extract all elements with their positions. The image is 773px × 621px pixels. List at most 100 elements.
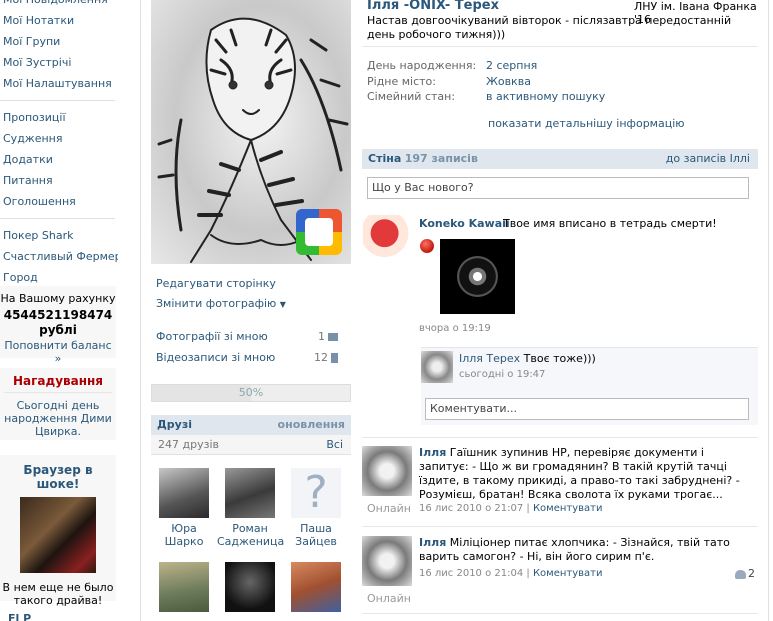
ad-image[interactable] [20,497,96,573]
friend-card[interactable]: Юра Шарко [151,468,217,548]
profile-progress-bar: 50% [151,384,351,402]
reply-time[interactable]: сьогодні о 19:47 [459,369,545,380]
status-text[interactable]: Настав довгоочікуваний вівторок - післяз… [367,14,757,42]
hometown-label: Рідне місто: [367,75,436,88]
reply-line: Ілля Терех Твоє тоже))) [459,352,596,366]
post-time[interactable]: 16 лис 2010 о 21:07 [419,503,523,514]
post-author[interactable]: Ілля [419,446,446,459]
post-meta: 16 лис 2010 о 21:07 | Коментувати [419,503,603,514]
change-photo-label: Змінити фотографію [156,297,277,310]
sidebar-item-apps[interactable]: Додатки [0,149,118,170]
friend-avatar[interactable] [159,562,209,612]
camera-icon [328,333,338,341]
show-more-info-link[interactable]: показати детальнішу інформацію [488,117,685,130]
online-status: Онлайн [367,502,411,515]
friends-subheader: 247 друзів Всі [151,435,351,455]
videos-with-me-row[interactable]: Відеозаписи зі мною 12 [156,351,346,364]
topup-balance-link[interactable]: Поповнити баланс » [0,339,116,365]
sidebar-divider [0,218,115,219]
change-photo-link[interactable]: Змінити фотографію ▼ [156,297,286,310]
friend-first-name[interactable]: Паша [283,522,349,535]
like-button[interactable]: 2 [735,567,755,580]
film-icon [331,353,338,363]
wall-post-input[interactable]: Що у Вас нового? [367,177,749,199]
friend-avatar[interactable] [159,468,209,518]
comment-input[interactable]: Коментувати... [425,398,749,420]
post-time[interactable]: 16 лис 2010 о 21:04 [419,568,523,579]
wall-header: Стіна 197 записів до записів Іллі [362,149,758,169]
sidebar-item-events[interactable]: Мої Зустрічі [0,52,118,73]
reminder-title: Нагадування [4,368,112,393]
post-author-avatar[interactable] [362,536,412,586]
left-sidebar: Мої Повідомлення Мої Нотатки Мої Групи М… [0,0,118,621]
post-text: Твое имя вписано в тетрадь смерти! [503,217,717,230]
family-status-label: Сімейний стан: [367,90,456,103]
post-attached-image[interactable] [440,239,515,314]
sidebar-app-city[interactable]: Город [0,267,118,288]
friend-first-name[interactable]: Юра [151,522,217,535]
wall-title: Стіна [368,152,402,165]
divider [362,437,758,438]
sidebar-divider [0,100,115,101]
ad-box[interactable]: Браузер в шоке! В нем еще не было такого… [0,455,116,607]
friend-card[interactable] [283,562,349,616]
friends-updates-link[interactable]: оновлення [278,415,345,435]
post-time[interactable]: вчора о 19:19 [419,323,491,334]
question-mark-avatar-icon[interactable]: ? [291,468,341,518]
photos-with-me-row[interactable]: Фотографії зі мною 1 [156,330,346,343]
balance-title: На Вашому рахунку [0,292,116,305]
sidebar-app-farmer[interactable]: Счастливый Фермер [0,246,118,267]
sidebar-item-ads[interactable]: Оголошення [0,191,118,212]
profile-name: Ілля -ONIX- Терех [367,0,499,13]
post-author[interactable]: Ілля [419,536,446,549]
post-author-avatar[interactable] [363,215,411,267]
family-status-value[interactable]: в активному пошуку [486,90,605,103]
like-count: 2 [748,567,755,580]
post-body: Ілля Гаїшник зупинив НР, перевіряє докум… [419,446,749,502]
friend-card[interactable] [151,562,217,616]
balance-currency: рублі [39,323,77,337]
friend-last-name[interactable]: Садженица [217,535,284,548]
column-border [768,0,769,621]
friend-card[interactable]: Роман Садженица [217,468,284,548]
sidebar-item-opinions[interactable]: Судження [0,128,118,149]
birthday-value[interactable]: 2 серпня [486,59,537,72]
edit-page-link[interactable]: Редагувати сторінку [156,277,276,290]
reply-author[interactable]: Ілля Терех [459,352,520,365]
birthday-label: День народження: [367,59,477,72]
balance-amount: 4544521198474 [3,308,113,322]
friend-avatar[interactable] [225,468,275,518]
sidebar-item-notes[interactable]: Мої Нотатки [0,10,118,31]
sidebar-item-groups[interactable]: Мої Групи [0,31,118,52]
chevron-down-icon: ▼ [279,300,286,309]
friends-header[interactable]: Друзі оновлення [151,415,351,435]
reply-author-avatar[interactable] [421,351,453,383]
friend-avatar[interactable] [291,562,341,612]
to-posts-link[interactable]: до записів Іллі [666,149,750,169]
post-author[interactable]: Koneko Kawaii [419,217,510,230]
ad-title[interactable]: Браузер в шоке! [0,455,116,491]
sidebar-item-questions[interactable]: Питання [0,170,118,191]
friend-last-name[interactable]: Шарко [151,535,217,548]
progress-label: 50% [238,386,264,399]
friend-card[interactable]: ? Паша Зайцев [283,468,349,548]
comment-link[interactable]: Коментувати [533,503,603,514]
friend-card[interactable] [217,562,283,616]
comment-link[interactable]: Коментувати [533,568,603,579]
sidebar-item-offers[interactable]: Пропозиції [0,107,118,128]
column-border [140,0,141,621]
friend-last-name[interactable]: Зайцев [283,535,349,548]
heart-icon [735,569,746,579]
sidebar-app-poker[interactable]: Покер Shark [0,225,118,246]
hometown-value[interactable]: Жовква [486,75,531,88]
videos-count: 12 [314,351,328,364]
sidebar-item-settings[interactable]: Мої Налаштування [0,73,118,94]
sidebar-item-messages[interactable]: Мої Повідомлення [0,0,118,10]
friend-first-name[interactable]: Роман [217,522,283,535]
friends-title[interactable]: Друзі [157,418,192,431]
post-meta: 16 лис 2010 о 21:04 | Коментувати [419,568,603,579]
friends-all-link[interactable]: Всі [326,435,343,455]
post-author-avatar[interactable] [362,446,412,496]
divider [362,46,758,47]
friend-avatar[interactable] [225,562,275,612]
